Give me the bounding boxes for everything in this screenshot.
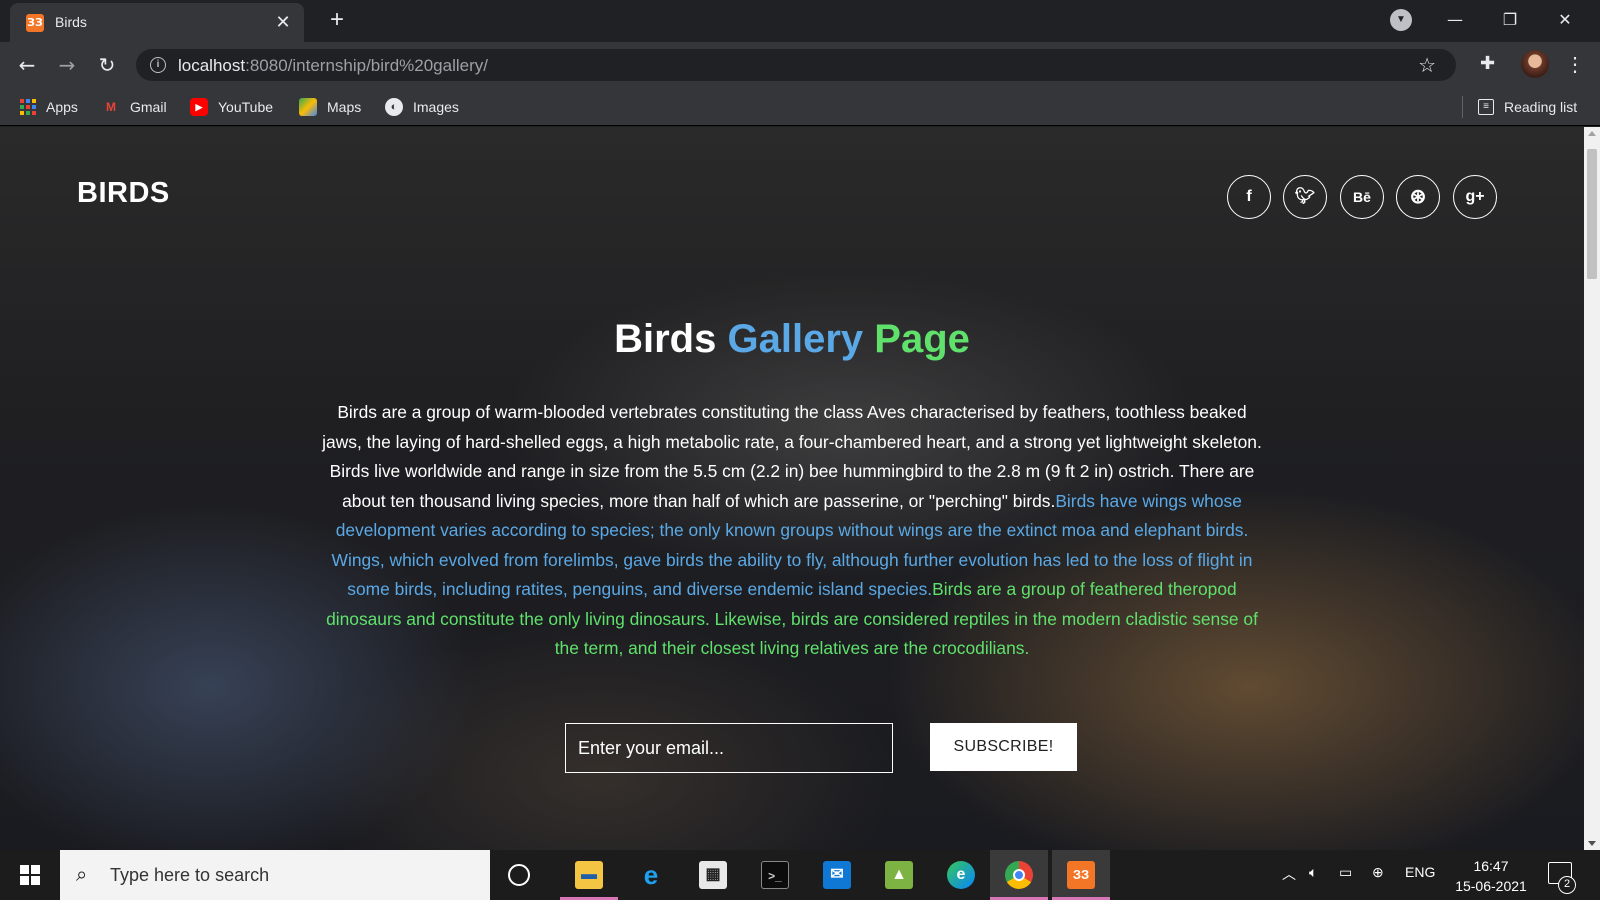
bookmark-label: Gmail — [130, 99, 167, 115]
battery-icon[interactable]: ▭ — [1339, 864, 1352, 881]
tab-strip: ЗЗ Birds ✕ + ▼ — ❐ ✕ — [0, 0, 1600, 42]
notification-count-badge: 2 — [1558, 876, 1576, 894]
folder-icon: ▬ — [575, 861, 603, 889]
store-bag-icon: ▦ — [699, 861, 727, 889]
images-icon: ◐ — [385, 98, 403, 116]
bookmark-star-icon[interactable]: ☆ — [1418, 53, 1436, 77]
minimize-icon[interactable]: — — [1432, 6, 1478, 34]
store-app[interactable]: ▦ — [684, 850, 742, 900]
scroll-down-icon[interactable] — [1588, 841, 1596, 846]
page-title: Birds Gallery Page — [0, 317, 1584, 362]
cortana-icon[interactable] — [508, 864, 530, 886]
window-close-icon[interactable]: ✕ — [1542, 6, 1588, 34]
forward-icon[interactable]: → — [53, 51, 81, 79]
apps-grid-icon — [20, 99, 36, 115]
reading-list-label: Reading list — [1504, 99, 1578, 115]
xampp-app[interactable]: ЗЗ — [1052, 850, 1110, 900]
title-word-1: Birds — [614, 317, 717, 361]
internet-explorer-icon: e — [643, 860, 659, 890]
gmail-icon: M — [106, 100, 116, 114]
back-icon[interactable]: ← — [13, 51, 41, 79]
tab-birds[interactable]: ЗЗ Birds ✕ — [10, 3, 304, 42]
file-explorer-app[interactable]: ▬ — [560, 850, 618, 900]
xampp-icon: ЗЗ — [1067, 861, 1095, 889]
taskbar-search-box[interactable]: ⌕ Type here to search — [60, 850, 490, 900]
maps-icon — [299, 98, 317, 116]
extensions-puzzle-icon[interactable]: ✚ — [1480, 53, 1495, 74]
page-viewport: BIRDS f 🐦︎ Bē ⊛ g+ Birds Gallery Page Bi… — [0, 127, 1584, 850]
tab-search-icon[interactable]: ▼ — [1390, 9, 1412, 31]
bookmark-images[interactable]: ◐ Images — [385, 97, 459, 117]
twitter-icon[interactable]: 🐦︎ — [1283, 175, 1327, 219]
clock-date: 15-06-2021 — [1455, 878, 1527, 894]
tray-overflow-chevron-icon[interactable]: ︿ — [1282, 864, 1296, 884]
language-indicator[interactable]: ENG — [1405, 864, 1435, 880]
terminal-app[interactable]: >_ — [746, 850, 804, 900]
start-button[interactable] — [0, 850, 60, 900]
menu-dots-icon[interactable]: ⋮ — [1565, 51, 1585, 79]
behance-icon[interactable]: Bē — [1340, 175, 1384, 219]
chrome-app[interactable] — [990, 850, 1048, 900]
terminal-icon: >_ — [761, 861, 789, 889]
email-input[interactable] — [565, 723, 893, 773]
mail-app[interactable]: ✉ — [808, 850, 866, 900]
title-word-3: Page — [874, 317, 970, 361]
image-viewer-icon: ▲ — [885, 861, 913, 889]
tab-close-icon[interactable]: ✕ — [272, 11, 294, 33]
profile-avatar[interactable] — [1521, 50, 1549, 78]
scroll-thumb[interactable] — [1587, 149, 1597, 279]
reading-list-icon: ≡ — [1478, 99, 1494, 115]
title-word-2: Gallery — [727, 317, 864, 361]
windows-logo-icon — [20, 865, 40, 885]
volume-icon[interactable]: 🔈︎ — [1309, 864, 1317, 881]
facebook-icon[interactable]: f — [1227, 175, 1271, 219]
url-text[interactable]: localhost:8080/internship/bird%20gallery… — [178, 56, 488, 76]
windows-taskbar: ⌕ Type here to search ▬ e ▦ >_ ✉ ▲ e ЗЗ … — [0, 850, 1600, 900]
bookmark-label: Maps — [327, 99, 362, 115]
bookmark-label: YouTube — [218, 99, 274, 115]
restore-icon[interactable]: ❐ — [1487, 6, 1533, 34]
scroll-up-icon[interactable] — [1588, 131, 1596, 136]
taskbar-clock[interactable]: 16:47 15-06-2021 — [1446, 856, 1536, 896]
clock-time: 16:47 — [1473, 858, 1509, 874]
site-info-icon[interactable]: i — [150, 57, 166, 73]
reading-list-button[interactable]: ≡ Reading list — [1478, 97, 1577, 117]
edge-icon: e — [947, 861, 975, 889]
page-scrollbar[interactable] — [1584, 127, 1600, 850]
site-logo[interactable]: BIRDS — [77, 177, 170, 210]
intro-paragraph: Birds are a group of warm-blooded verteb… — [318, 398, 1266, 664]
edge-app[interactable]: e — [932, 850, 990, 900]
bookmark-label: Images — [413, 99, 459, 115]
bookmark-label: Apps — [46, 99, 78, 115]
search-icon: ⌕ — [76, 862, 88, 886]
address-bar[interactable]: i localhost:8080/internship/bird%20galle… — [136, 49, 1456, 81]
new-tab-icon[interactable]: + — [323, 7, 351, 35]
mail-envelope-icon: ✉ — [823, 861, 851, 889]
internet-explorer-app[interactable]: e — [622, 850, 680, 900]
bookmark-apps[interactable]: Apps — [20, 97, 78, 117]
divider — [1462, 96, 1463, 118]
google-plus-icon[interactable]: g+ — [1453, 175, 1497, 219]
dribbble-icon[interactable]: ⊛ — [1396, 175, 1440, 219]
bookmark-maps[interactable]: Maps — [299, 97, 361, 117]
image-app[interactable]: ▲ — [870, 850, 928, 900]
taskbar-search-placeholder: Type here to search — [110, 865, 270, 885]
bookmarks-bar: Apps M Gmail ▶ YouTube Maps ◐ Images ≡ R… — [0, 88, 1600, 126]
browser-toolbar: ← → ↻ i localhost:8080/internship/bird%2… — [0, 42, 1600, 88]
chrome-icon — [1005, 861, 1033, 889]
youtube-icon: ▶ — [190, 98, 208, 116]
xampp-icon: ЗЗ — [26, 14, 44, 32]
reload-icon[interactable]: ↻ — [93, 51, 121, 79]
bookmark-gmail[interactable]: M Gmail — [102, 97, 167, 117]
network-globe-icon[interactable]: ⊕ — [1372, 864, 1384, 881]
subscribe-button[interactable]: SUBSCRIBE! — [930, 723, 1077, 771]
tab-title: Birds — [55, 14, 87, 30]
bookmark-youtube[interactable]: ▶ YouTube — [190, 97, 273, 117]
